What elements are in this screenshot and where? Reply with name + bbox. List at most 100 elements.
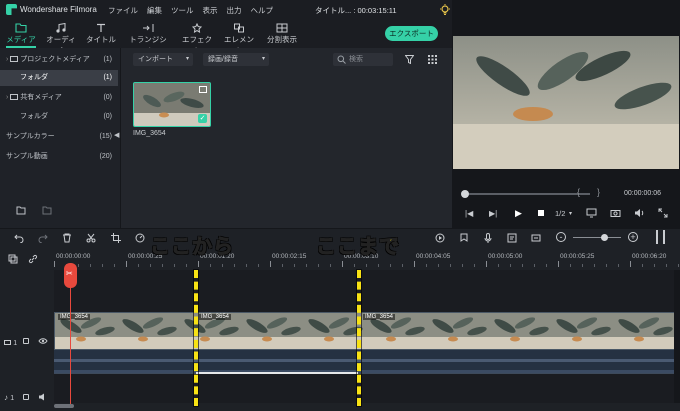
speaker-icon[interactable] xyxy=(38,393,48,401)
sidebar-item-label: 共有メディア xyxy=(20,94,62,101)
zoom-slider-handle[interactable] xyxy=(601,234,608,241)
ruler-minor-tick xyxy=(642,264,643,267)
microphone-icon[interactable] xyxy=(483,233,493,243)
undo-icon[interactable] xyxy=(14,233,24,243)
ruler-minor-tick xyxy=(594,264,595,267)
menu-item[interactable]: 出力 xyxy=(227,6,242,15)
play-reverse-icon[interactable]: ▶| xyxy=(489,209,497,218)
zoom-slider-track[interactable] xyxy=(573,237,621,238)
redo-icon[interactable] xyxy=(38,233,48,243)
zoom-out-icon[interactable]: - xyxy=(556,232,566,242)
mark-out-icon[interactable]: } xyxy=(597,187,600,197)
ruler-minor-tick xyxy=(78,264,79,267)
start-marker-dashed-line xyxy=(193,269,199,407)
crop-icon[interactable] xyxy=(111,233,121,243)
ruler-minor-tick xyxy=(234,264,235,267)
sidebar-item-project-media[interactable]: › プロジェクトメディア (1) xyxy=(0,52,118,68)
lock-icon[interactable] xyxy=(23,338,29,344)
ruler-minor-tick xyxy=(582,264,583,267)
music-note-icon xyxy=(56,23,66,33)
quality-selector[interactable]: 1/2 xyxy=(555,209,565,218)
record-dropdown[interactable]: 録画/録音 ▾ xyxy=(203,53,269,66)
scissors-icon[interactable] xyxy=(86,233,96,243)
video-track-header: 1 xyxy=(4,338,17,347)
tab-element[interactable]: エレメント xyxy=(224,20,254,55)
sidebar-item-shared-folder[interactable]: フォルダ (0) xyxy=(0,109,118,125)
ruler-minor-tick xyxy=(162,264,163,267)
volume-icon[interactable] xyxy=(634,208,645,218)
sidebar-item-label: フォルダ xyxy=(20,113,48,120)
sidebar-item-sample-video[interactable]: サンプル動画 (20) xyxy=(0,149,118,165)
tab-split-screen[interactable]: 分割表示 xyxy=(266,20,298,48)
menu-item[interactable]: 表示 xyxy=(203,6,218,15)
play-icon[interactable]: ▶ xyxy=(515,208,522,219)
ruler-tick xyxy=(54,261,55,267)
ruler-tick xyxy=(414,261,415,267)
ruler-minor-tick xyxy=(294,264,295,267)
tab-audio[interactable]: オーディオ xyxy=(44,20,78,55)
playhead-handle[interactable]: ✂ xyxy=(64,263,77,288)
add-track-icon[interactable] xyxy=(8,254,18,264)
ruler-minor-tick xyxy=(174,264,175,267)
snapshot-icon[interactable] xyxy=(531,233,541,243)
eye-icon[interactable] xyxy=(38,337,48,345)
collapse-arrow-icon[interactable]: ◀ xyxy=(114,131,119,139)
delete-icon[interactable] xyxy=(62,233,72,243)
text-icon xyxy=(97,23,105,32)
ruler-minor-tick xyxy=(534,264,535,267)
prev-frame-icon[interactable]: |◀ xyxy=(465,209,473,218)
grid-view-icon[interactable] xyxy=(428,55,437,64)
export-button[interactable]: エクスポート xyxy=(385,26,438,41)
search-input[interactable]: 検索 xyxy=(333,53,393,66)
filter-icon[interactable] xyxy=(405,55,414,64)
transition-icon xyxy=(143,24,154,32)
menu-item[interactable]: ファイル xyxy=(108,6,138,15)
menu-item[interactable]: 編集 xyxy=(147,6,162,15)
annotation-to: ここまで xyxy=(316,234,400,259)
timeline-vertical-scrollbar[interactable] xyxy=(674,270,680,403)
folder-icon xyxy=(10,94,19,101)
folder-outline-icon[interactable] xyxy=(42,206,52,215)
menu-item[interactable]: ツール xyxy=(171,6,194,15)
tab-media[interactable]: メディア xyxy=(4,20,38,48)
bulb-icon[interactable] xyxy=(439,4,451,16)
voiceover-icon[interactable] xyxy=(507,233,517,243)
ruler-tick xyxy=(630,261,631,267)
quality-dropdown-icon[interactable]: ▾ xyxy=(569,210,572,217)
tab-transition[interactable]: トランジション xyxy=(126,20,170,55)
fullscreen-icon[interactable] xyxy=(658,208,668,218)
timeline-scrollbar[interactable] xyxy=(54,404,74,408)
clip-audio-strip[interactable] xyxy=(54,350,674,374)
marker-icon[interactable] xyxy=(459,233,469,243)
sidebar-item-folder[interactable]: フォルダ (1) xyxy=(0,70,118,86)
import-dropdown[interactable]: インポート ▾ xyxy=(133,53,193,66)
stop-icon[interactable] xyxy=(538,210,544,216)
item-count: (20) xyxy=(99,153,112,160)
ruler-tick xyxy=(126,261,127,267)
video-clip[interactable]: IMG_3654 IMG_3654 IMG_3654 xyxy=(54,312,675,350)
speed-icon[interactable] xyxy=(135,233,145,243)
camera-icon[interactable] xyxy=(610,208,621,218)
preview-progress-track[interactable] xyxy=(462,193,590,195)
zoom-in-icon[interactable]: + xyxy=(628,232,638,242)
media-thumbnail[interactable]: ✓ xyxy=(133,82,211,127)
lock-icon[interactable] xyxy=(23,394,29,400)
monitor-icon[interactable] xyxy=(586,208,597,218)
tab-title[interactable]: タイトル xyxy=(86,20,116,48)
panel-toggle-icon[interactable] xyxy=(656,230,665,244)
sidebar-item-sample-color[interactable]: サンプルカラー (15) xyxy=(0,129,118,145)
render-icon[interactable] xyxy=(435,233,445,243)
menu-item[interactable]: ヘルプ xyxy=(251,6,274,15)
end-marker-dashed-line xyxy=(356,269,362,407)
new-folder-icon[interactable] xyxy=(16,206,26,215)
sidebar-item-shared-media[interactable]: › 共有メディア (0) xyxy=(0,90,118,106)
sidebar-item-label: フォルダ xyxy=(20,74,48,81)
link-icon[interactable] xyxy=(28,254,38,264)
preview-progress-handle[interactable] xyxy=(461,190,469,198)
ruler-minor-tick xyxy=(102,264,103,267)
clip-label: IMG_3654 xyxy=(363,314,396,320)
mark-in-icon[interactable]: { xyxy=(577,187,580,197)
item-count: (0) xyxy=(103,94,112,101)
tab-effect[interactable]: エフェクト xyxy=(182,20,212,55)
video-badge-icon xyxy=(199,86,207,93)
